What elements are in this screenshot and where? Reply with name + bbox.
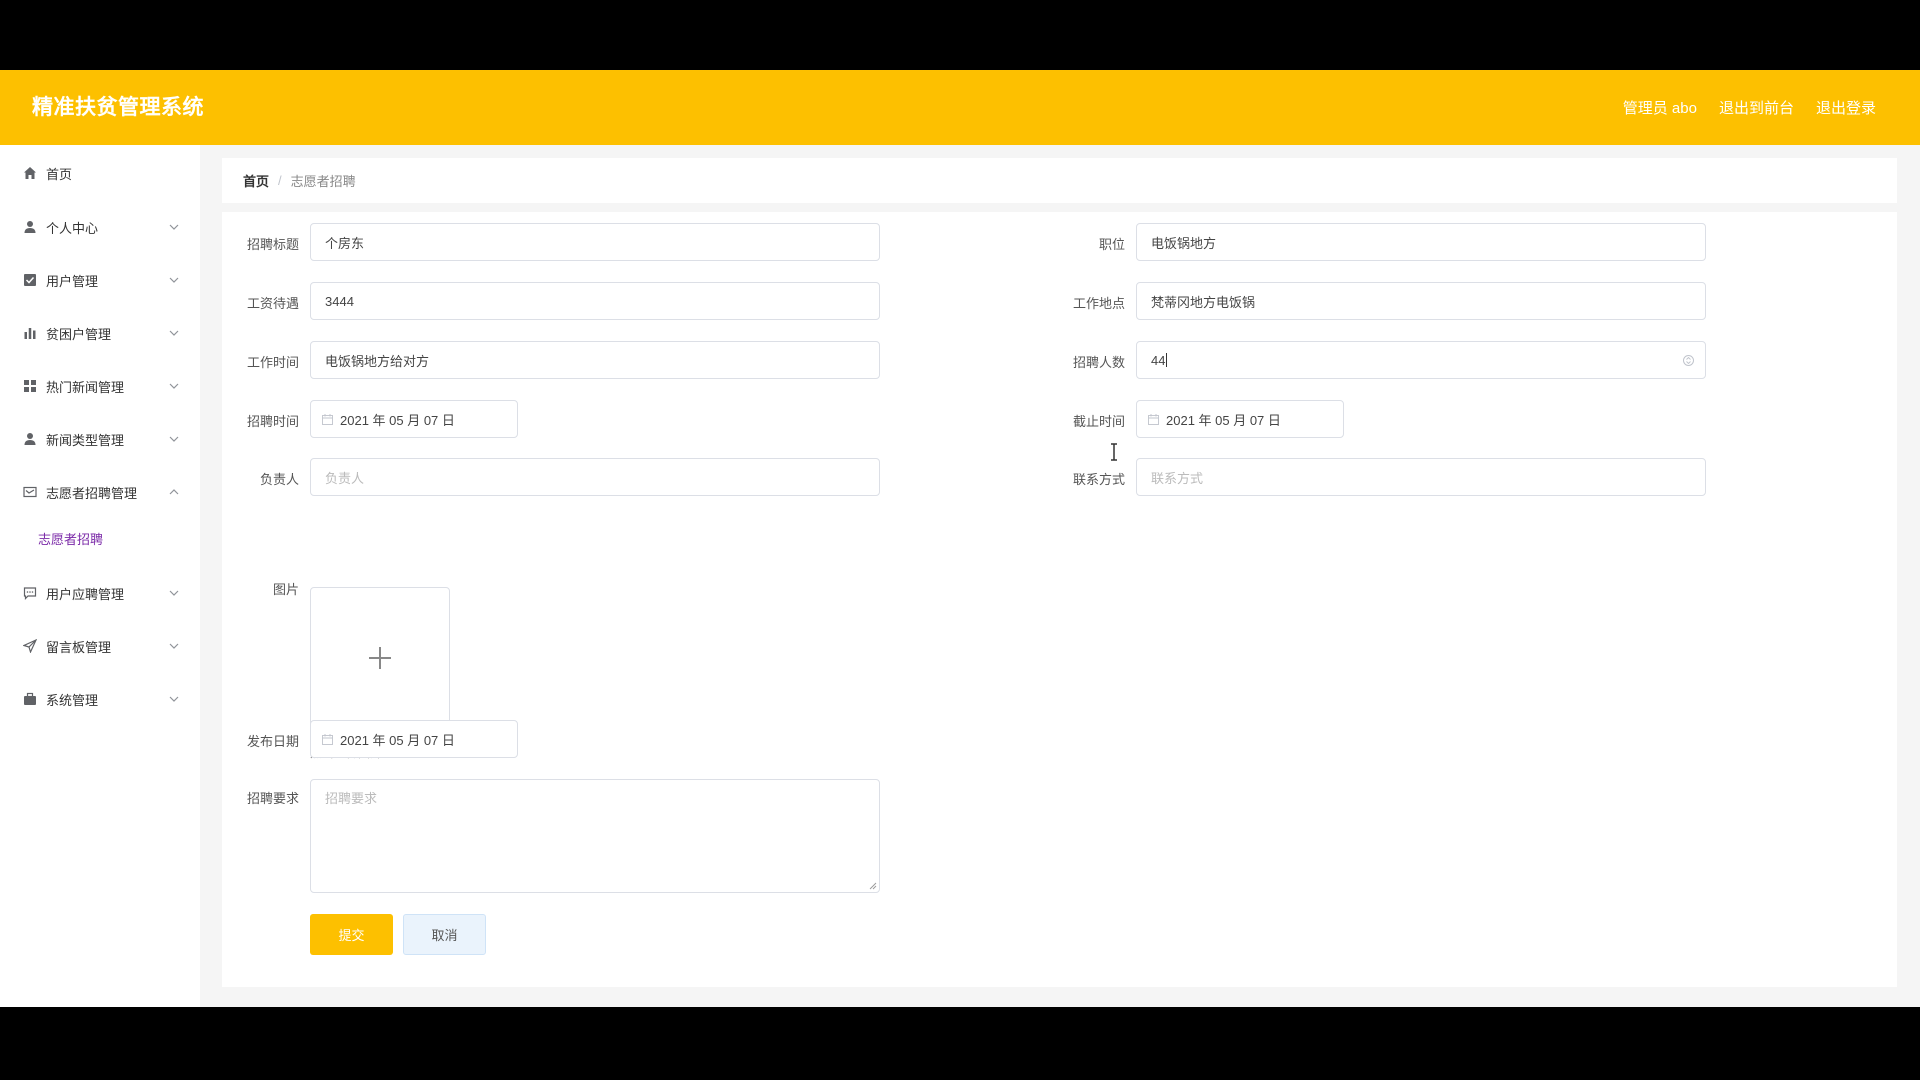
chevron-down-icon: [169, 696, 179, 702]
headcount-value: 44: [1151, 352, 1166, 368]
calendar-icon: [1148, 414, 1159, 425]
mail-icon: [23, 485, 37, 499]
position-input[interactable]: 电饭锅地方: [1136, 223, 1706, 261]
worktime-label: 工作时间: [246, 355, 299, 370]
publish-date-label: 发布日期: [246, 734, 299, 749]
salary-input[interactable]: 3444: [310, 282, 880, 320]
text-caret: [1166, 353, 1168, 367]
publish-date-value: 2021 年 05 月 07 日: [340, 732, 455, 748]
sidebar-item-label: 留言板管理: [46, 639, 112, 655]
grid-icon: [23, 379, 37, 393]
headcount-label: 招聘人数: [1072, 355, 1125, 370]
sidebar-item-label: 志愿者招聘管理: [46, 485, 138, 501]
plus-icon-vertical: [379, 647, 381, 669]
sidebar-item-label: 贫困户管理: [46, 326, 112, 342]
deadline-label: 截止时间: [1072, 414, 1125, 429]
sidebar-item-home[interactable]: 首页: [0, 148, 200, 198]
requirement-textarea[interactable]: 招聘要求: [310, 779, 880, 893]
sidebar-item-label: 首页: [46, 166, 73, 182]
image-upload-button[interactable]: [310, 587, 450, 727]
sidebar-subitem-volunteer-recruit[interactable]: 志愿者招聘: [0, 518, 200, 558]
chevron-down-icon: [169, 590, 179, 596]
chevron-down-icon: [169, 436, 179, 442]
sidebar-item-poor-household-management[interactable]: 贫困户管理: [0, 308, 200, 358]
requirement-placeholder: 招聘要求: [325, 791, 378, 806]
app-title: 精准扶贫管理系统: [32, 96, 204, 119]
deadline-value: 2021 年 05 月 07 日: [1166, 412, 1281, 428]
cancel-button[interactable]: 取消: [403, 914, 486, 955]
owner-input[interactable]: 负责人: [310, 458, 880, 496]
top-header: 精准扶贫管理系统 管理员 abo 退出到前台 退出登录: [0, 70, 1920, 145]
number-spinner-icon[interactable]: [1682, 354, 1695, 367]
briefcase-icon: [23, 692, 37, 706]
recruit-time-value: 2021 年 05 月 07 日: [340, 412, 455, 428]
chevron-down-icon: [169, 277, 179, 283]
app-root: 精准扶贫管理系统 管理员 abo 退出到前台 退出登录 首页 个人中心 用户管理…: [0, 70, 1920, 1007]
submit-button[interactable]: 提交: [310, 914, 393, 955]
sidebar-subitem-label: 志愿者招聘: [38, 531, 104, 547]
sidebar-item-user-management[interactable]: 用户管理: [0, 255, 200, 305]
chevron-down-icon: [169, 643, 179, 649]
worktime-input[interactable]: 电饭锅地方给对方: [310, 341, 880, 379]
image-label: 图片: [272, 582, 299, 597]
sidebar-item-volunteer-recruit-management[interactable]: 志愿者招聘管理: [0, 467, 200, 517]
chat-icon: [23, 586, 37, 600]
sidebar-item-personal-center[interactable]: 个人中心: [0, 202, 200, 252]
chevron-down-icon: [169, 383, 179, 389]
sidebar-item-label: 系统管理: [46, 692, 99, 708]
owner-label: 负责人: [259, 472, 299, 487]
breadcrumb-current: 志愿者招聘: [290, 174, 356, 189]
deadline-datepicker[interactable]: 2021 年 05 月 07 日: [1136, 400, 1344, 438]
sidebar: 首页 个人中心 用户管理 贫困户管理 热门新闻管理 新闻类型管理 志愿者招聘管理…: [0, 145, 200, 1007]
sidebar-item-label: 用户应聘管理: [46, 586, 125, 602]
sidebar-item-label: 个人中心: [46, 220, 99, 236]
salary-label: 工资待遇: [246, 296, 299, 311]
title-input[interactable]: 个房东: [310, 223, 880, 261]
location-label: 工作地点: [1072, 296, 1125, 311]
logout-link[interactable]: 退出登录: [1816, 97, 1876, 118]
location-input[interactable]: 梵蒂冈地方电饭锅: [1136, 282, 1706, 320]
chevron-down-icon: [169, 224, 179, 230]
breadcrumb: 首页 / 志愿者招聘: [222, 158, 1897, 203]
breadcrumb-separator: /: [278, 173, 282, 188]
contact-label: 联系方式: [1072, 472, 1125, 487]
calendar-icon: [322, 734, 333, 745]
requirement-label: 招聘要求: [246, 791, 299, 806]
sidebar-item-label: 用户管理: [46, 273, 99, 289]
current-user: 管理员 abo: [1622, 100, 1697, 117]
publish-date-datepicker[interactable]: 2021 年 05 月 07 日: [310, 720, 518, 758]
sidebar-item-label: 新闻类型管理: [46, 432, 125, 448]
title-label: 招聘标题: [246, 237, 299, 252]
resize-grip-icon[interactable]: [869, 882, 877, 890]
headcount-input[interactable]: 44: [1136, 341, 1706, 379]
sidebar-item-label: 热门新闻管理: [46, 379, 125, 395]
contact-input[interactable]: 联系方式: [1136, 458, 1706, 496]
calendar-icon: [322, 414, 333, 425]
recruit-time-label: 招聘时间: [246, 414, 299, 429]
exit-to-front-link[interactable]: 退出到前台: [1719, 97, 1794, 118]
chevron-up-icon: [169, 489, 179, 495]
check-square-icon: [23, 273, 37, 287]
position-label: 职位: [1098, 237, 1125, 252]
user-icon: [23, 220, 37, 234]
bar-chart-icon: [23, 326, 37, 340]
recruit-time-datepicker[interactable]: 2021 年 05 月 07 日: [310, 400, 518, 438]
sidebar-item-hot-news-management[interactable]: 热门新闻管理: [0, 361, 200, 411]
header-actions: 管理员 abo 退出到前台 退出登录: [1623, 70, 1876, 145]
sidebar-item-news-type-management[interactable]: 新闻类型管理: [0, 414, 200, 464]
user-icon: [23, 432, 37, 446]
sidebar-item-system-management[interactable]: 系统管理: [0, 674, 200, 724]
send-icon: [23, 639, 37, 653]
breadcrumb-home[interactable]: 首页: [243, 171, 269, 190]
sidebar-item-message-board-management[interactable]: 留言板管理: [0, 621, 200, 671]
chevron-down-icon: [169, 330, 179, 336]
sidebar-item-user-application-management[interactable]: 用户应聘管理: [0, 568, 200, 618]
text-cursor-icon: [1111, 443, 1117, 461]
home-icon: [23, 166, 37, 180]
